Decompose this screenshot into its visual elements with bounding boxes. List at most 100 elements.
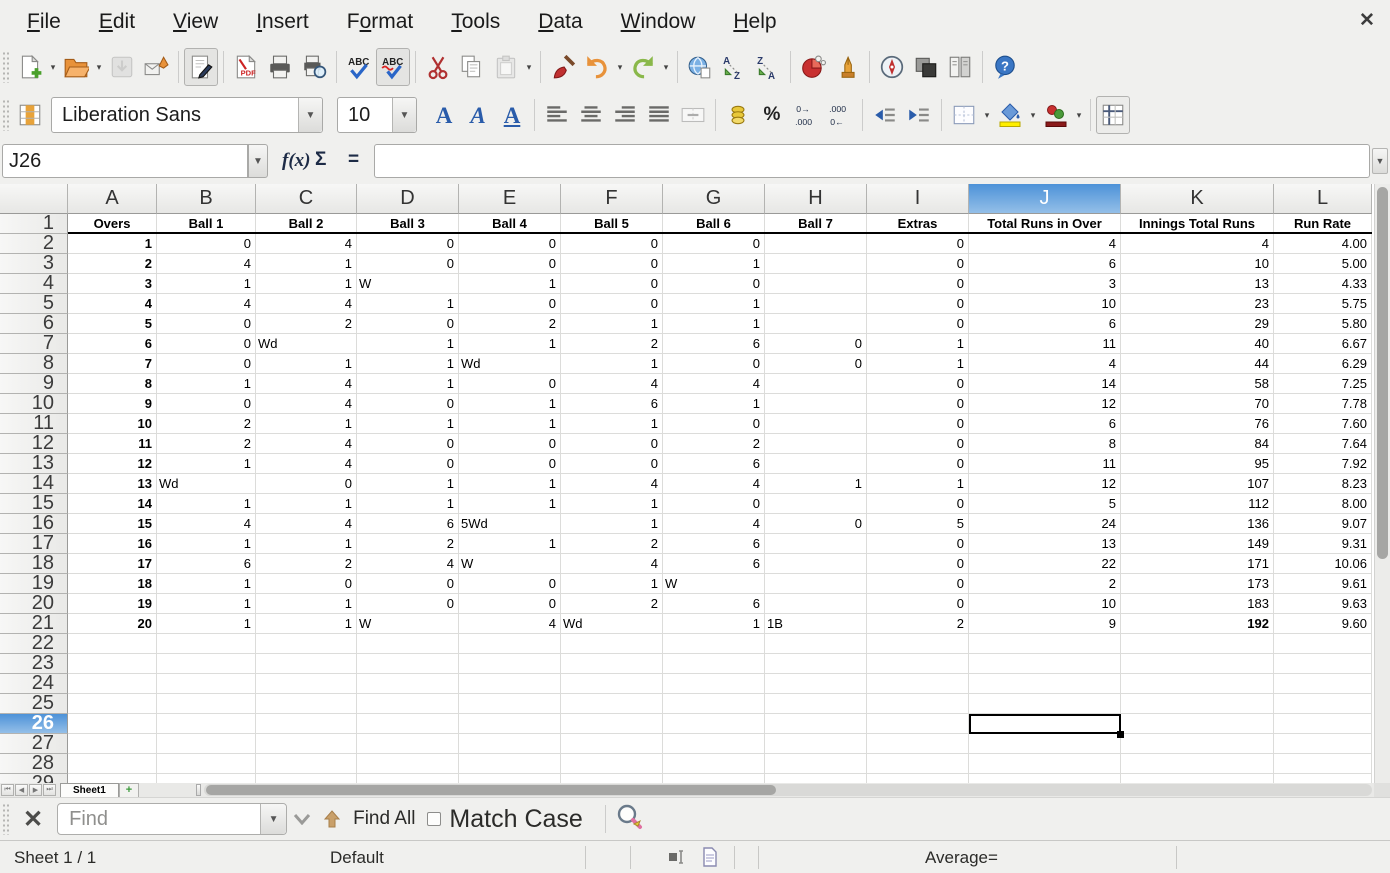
cell-G7[interactable]: 6 (663, 334, 765, 354)
cell-H20[interactable] (765, 594, 867, 614)
previous-sheet-button[interactable]: ◀ (15, 784, 28, 796)
cell-K13[interactable]: 95 (1121, 454, 1274, 474)
cell-B11[interactable]: 2 (157, 414, 256, 434)
cell-L22[interactable] (1274, 634, 1372, 654)
sort-descending-icon[interactable]: ZA (751, 48, 785, 86)
cell-A8[interactable]: 7 (68, 354, 157, 374)
cell-D6[interactable]: 0 (357, 314, 459, 334)
cell-D22[interactable] (357, 634, 459, 654)
cell-K18[interactable]: 171 (1121, 554, 1274, 574)
row-header-11[interactable]: 11 (0, 414, 68, 434)
cell-C1[interactable]: Ball 2 (256, 214, 357, 234)
cell-I28[interactable] (867, 754, 969, 774)
font-name-dropdown-button[interactable]: ▼ (298, 98, 322, 132)
cell-I13[interactable]: 0 (867, 454, 969, 474)
cell-C2[interactable]: 4 (256, 234, 357, 254)
input-line[interactable] (374, 144, 1370, 178)
cell-D24[interactable] (357, 674, 459, 694)
borders-icon[interactable] (947, 96, 981, 134)
cell-K15[interactable]: 112 (1121, 494, 1274, 514)
cell-K28[interactable] (1121, 754, 1274, 774)
cell-D11[interactable]: 1 (357, 414, 459, 434)
row-header-24[interactable]: 24 (0, 674, 68, 694)
select-all-corner[interactable] (0, 184, 68, 214)
cell-F26[interactable] (561, 714, 663, 734)
cell-D20[interactable]: 0 (357, 594, 459, 614)
cell-F2[interactable]: 0 (561, 234, 663, 254)
cell-H7[interactable]: 0 (765, 334, 867, 354)
cell-L15[interactable]: 8.00 (1274, 494, 1372, 514)
cell-E6[interactable]: 2 (459, 314, 561, 334)
cell-B27[interactable] (157, 734, 256, 754)
cell-J22[interactable] (969, 634, 1121, 654)
freeze-panes-icon[interactable] (1096, 96, 1130, 134)
print-icon[interactable] (263, 48, 297, 86)
cell-L25[interactable] (1274, 694, 1372, 714)
cell-C8[interactable]: 1 (256, 354, 357, 374)
cell-A6[interactable]: 5 (68, 314, 157, 334)
cell-A5[interactable]: 4 (68, 294, 157, 314)
cell-C3[interactable]: 1 (256, 254, 357, 274)
cell-F18[interactable]: 4 (561, 554, 663, 574)
cell-A3[interactable]: 2 (68, 254, 157, 274)
cell-K9[interactable]: 58 (1121, 374, 1274, 394)
cell-B8[interactable]: 0 (157, 354, 256, 374)
column-header-K[interactable]: K (1121, 184, 1274, 214)
cell-B5[interactable]: 4 (157, 294, 256, 314)
cell-D5[interactable]: 1 (357, 294, 459, 314)
auto-spellcheck-icon[interactable]: ABC (376, 48, 410, 86)
new-document-icon[interactable] (13, 48, 47, 86)
bold-icon[interactable]: A (427, 96, 461, 134)
cell-L20[interactable]: 9.63 (1274, 594, 1372, 614)
cell-B12[interactable]: 2 (157, 434, 256, 454)
cell-G23[interactable] (663, 654, 765, 674)
cell-A18[interactable]: 17 (68, 554, 157, 574)
column-header-J[interactable]: J (969, 184, 1121, 214)
cell-D16[interactable]: 6 (357, 514, 459, 534)
cell-I25[interactable] (867, 694, 969, 714)
cell-E11[interactable]: 1 (459, 414, 561, 434)
cell-D28[interactable] (357, 754, 459, 774)
cell-E8[interactable]: Wd (459, 354, 561, 374)
formula-input[interactable] (375, 145, 1369, 177)
cell-G21[interactable]: 1 (663, 614, 765, 634)
cell-E2[interactable]: 0 (459, 234, 561, 254)
cell-J13[interactable]: 11 (969, 454, 1121, 474)
row-header-12[interactable]: 12 (0, 434, 68, 454)
row-header-28[interactable]: 28 (0, 754, 68, 774)
cell-K11[interactable]: 76 (1121, 414, 1274, 434)
find-next-button[interactable] (287, 803, 317, 835)
cell-J24[interactable] (969, 674, 1121, 694)
cell-I10[interactable]: 0 (867, 394, 969, 414)
row-header-17[interactable]: 17 (0, 534, 68, 554)
cell-G17[interactable]: 6 (663, 534, 765, 554)
insert-chart-icon[interactable] (796, 48, 830, 86)
cell-F27[interactable] (561, 734, 663, 754)
cell-B4[interactable]: 1 (157, 274, 256, 294)
cell-C14[interactable]: 0 (256, 474, 357, 494)
cell-D12[interactable]: 0 (357, 434, 459, 454)
cell-L10[interactable]: 7.78 (1274, 394, 1372, 414)
edit-mode-icon[interactable] (184, 48, 218, 86)
row-header-10[interactable]: 10 (0, 394, 68, 414)
first-sheet-button[interactable]: ⏮ (1, 784, 14, 796)
cell-C12[interactable]: 4 (256, 434, 357, 454)
close-find-bar-icon[interactable]: ✕ (23, 805, 43, 834)
cell-B7[interactable]: 0 (157, 334, 256, 354)
cell-H5[interactable] (765, 294, 867, 314)
cell-D4[interactable]: W (357, 274, 459, 294)
cell-A1[interactable]: Overs (68, 214, 157, 234)
cell-E13[interactable]: 0 (459, 454, 561, 474)
cell-F10[interactable]: 6 (561, 394, 663, 414)
cell-E20[interactable]: 0 (459, 594, 561, 614)
menu-tools[interactable]: Tools (432, 0, 519, 44)
cell-D21[interactable]: W (357, 614, 459, 634)
cell-K1[interactable]: Innings Total Runs (1121, 214, 1274, 234)
cell-B2[interactable]: 0 (157, 234, 256, 254)
cell-C25[interactable] (256, 694, 357, 714)
row-header-18[interactable]: 18 (0, 554, 68, 574)
cell-B16[interactable]: 4 (157, 514, 256, 534)
hyperlink-icon[interactable] (683, 48, 717, 86)
cell-C21[interactable]: 1 (256, 614, 357, 634)
paste-icon[interactable] (489, 48, 523, 86)
